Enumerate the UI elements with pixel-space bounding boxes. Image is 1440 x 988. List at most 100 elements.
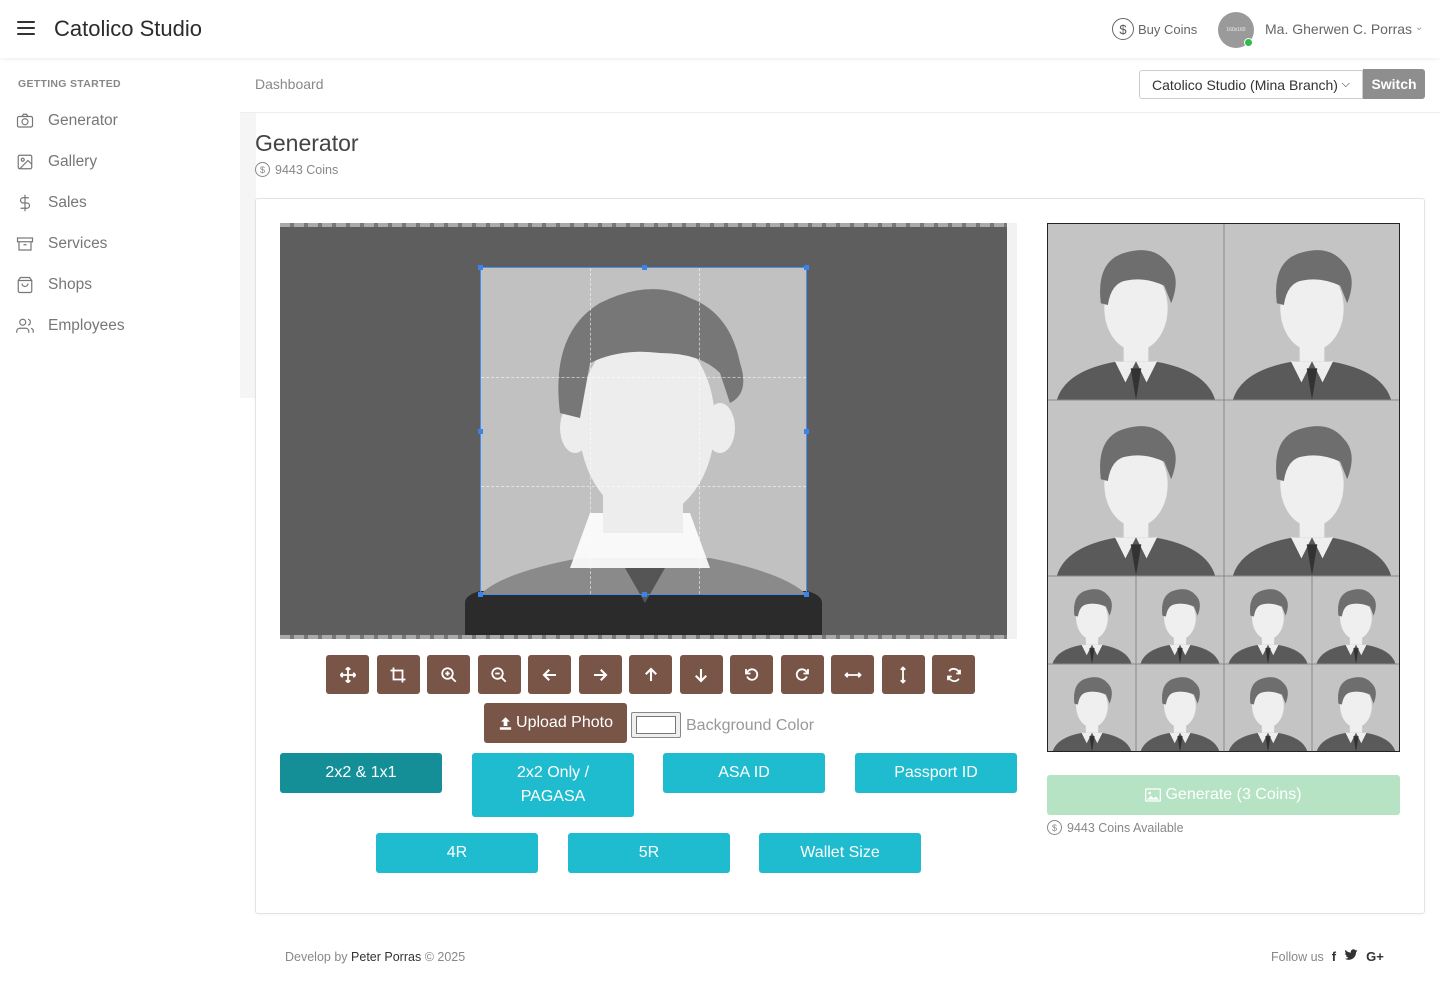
sidebar: GETTING STARTED Generator Gallery Sales …: [0, 58, 240, 398]
upload-photo-button[interactable]: Upload Photo: [484, 703, 627, 743]
hamburger-menu-icon[interactable]: [17, 21, 35, 35]
crop-handle-nw[interactable]: [478, 265, 483, 270]
move-left-button[interactable]: [528, 655, 571, 694]
move-right-button[interactable]: [578, 655, 622, 694]
crop-handle-e[interactable]: [804, 429, 809, 434]
size-asa-id-button[interactable]: ASA ID: [663, 753, 825, 793]
crop-toolbar: [326, 655, 983, 694]
zoom-out-button[interactable]: [477, 655, 521, 694]
crop-handle-sw[interactable]: [478, 592, 483, 597]
generate-button[interactable]: Generate (3 Coins): [1047, 775, 1400, 815]
crop-icon: [390, 667, 406, 682]
crop-handle-s[interactable]: [642, 592, 647, 597]
size-5r-button[interactable]: 5R: [568, 833, 730, 873]
upload-photo-label: Upload Photo: [516, 714, 613, 731]
arrow-right-icon: [594, 668, 608, 681]
shopping-bag-icon: [17, 276, 33, 294]
google-plus-icon[interactable]: G+: [1366, 949, 1384, 964]
chevron-down-icon[interactable]: ⌄: [1415, 22, 1423, 33]
sidebar-item-label: Services: [48, 235, 108, 252]
rotate-left-icon: [744, 667, 758, 681]
camera-icon: [16, 113, 34, 128]
users-icon: [16, 318, 34, 333]
image-cropper[interactable]: [280, 223, 1017, 639]
dollar-coin-icon: $: [255, 162, 270, 177]
cropper-canvas[interactable]: [280, 223, 1007, 639]
brand-title[interactable]: Catolico Studio: [54, 16, 202, 42]
zoom-in-button[interactable]: [427, 655, 470, 694]
flip-horizontal-button[interactable]: [831, 655, 874, 694]
zoom-in-icon: [440, 666, 456, 682]
crop-handle-n[interactable]: [642, 265, 647, 270]
preview-grid: [1048, 224, 1399, 751]
breadcrumb[interactable]: Dashboard: [255, 76, 324, 92]
rotate-right-button[interactable]: [780, 655, 824, 694]
arrow-left-icon: [542, 668, 556, 681]
user-name[interactable]: Ma. Gherwen C. Porras: [1265, 21, 1412, 37]
copyright: © 2025: [424, 950, 466, 964]
coin-balance: $ 9443 Coins: [255, 162, 338, 177]
size-2x2-1x1-button[interactable]: 2x2 & 1x1: [280, 753, 442, 793]
rotate-right-icon: [795, 667, 809, 681]
reset-icon: [946, 667, 961, 682]
top-navbar: Catolico Studio $ Buy Coins 160x160 Ma. …: [0, 0, 1440, 58]
size-2x2-pagasa-button[interactable]: 2x2 Only / PAGASA: [472, 753, 634, 817]
generate-label: Generate (3 Coins): [1165, 786, 1302, 803]
sidebar-item-label: Employees: [48, 317, 125, 334]
sidebar-item-employees[interactable]: Employees: [16, 314, 125, 338]
online-status-dot: [1244, 38, 1253, 47]
print-layout-preview: [1047, 223, 1400, 752]
dollar-icon: [19, 194, 31, 212]
sidebar-item-sales[interactable]: Sales: [16, 191, 87, 215]
crop-button[interactable]: [376, 655, 420, 694]
move-up-button[interactable]: [629, 655, 672, 694]
facebook-icon[interactable]: f: [1332, 949, 1336, 964]
footer-credits: Develop by Peter Porras © 2025: [285, 950, 465, 964]
color-swatch: [636, 716, 676, 734]
size-4r-button[interactable]: 4R: [376, 833, 538, 873]
sidebar-item-shops[interactable]: Shops: [16, 273, 92, 297]
flip-vertical-button[interactable]: [881, 655, 925, 694]
develop-by-label: Develop by: [285, 950, 348, 964]
crop-guide: [590, 268, 591, 594]
avatar-placeholder-text: 160x160: [1226, 27, 1246, 33]
rotate-left-button[interactable]: [730, 655, 773, 694]
branch-select-value: Catolico Studio (Mina Branch): [1152, 76, 1338, 93]
move-icon: [339, 666, 356, 683]
move-down-button[interactable]: [679, 655, 723, 694]
size-passport-id-button[interactable]: Passport ID: [855, 753, 1017, 793]
cropper-edge: [280, 635, 1007, 639]
crop-handle-w[interactable]: [478, 429, 483, 434]
upload-icon: [499, 716, 512, 730]
crop-handle-ne[interactable]: [804, 265, 809, 270]
crop-guide: [699, 268, 700, 594]
image-icon: [17, 154, 33, 170]
branch-select[interactable]: Catolico Studio (Mina Branch) ⌵: [1139, 70, 1363, 99]
avatar[interactable]: 160x160: [1218, 12, 1254, 48]
arrow-up-icon: [644, 667, 657, 681]
sidebar-item-services[interactable]: Services: [16, 232, 107, 256]
twitter-icon[interactable]: [1344, 949, 1358, 964]
switch-button[interactable]: Switch: [1363, 69, 1425, 99]
sidebar-item-label: Gallery: [48, 153, 98, 170]
move-button[interactable]: [326, 655, 369, 694]
sidebar-item-generator[interactable]: Generator: [16, 109, 118, 133]
flip-horizontal-icon: [843, 671, 862, 678]
sidebar-item-label: Generator: [48, 112, 118, 129]
crop-handle-se[interactable]: [804, 592, 809, 597]
background-color-picker[interactable]: [631, 712, 681, 738]
sidebar-item-gallery[interactable]: Gallery: [16, 150, 97, 174]
image-icon: [1145, 788, 1162, 802]
sidebar-item-label: Sales: [48, 194, 87, 211]
reset-button[interactable]: [932, 655, 975, 694]
dollar-coin-icon: $: [1112, 18, 1134, 40]
flip-vertical-icon: [900, 665, 906, 684]
background-color-label: Background Color: [686, 717, 815, 734]
chevron-down-icon: ⌵: [1341, 78, 1350, 90]
size-wallet-button[interactable]: Wallet Size: [759, 833, 921, 873]
buy-coins-link[interactable]: $ Buy Coins: [1112, 18, 1197, 40]
page-title: Generator: [255, 130, 359, 156]
crop-box[interactable]: [478, 265, 809, 597]
author-link[interactable]: Peter Porras: [351, 950, 421, 964]
footer-social: Follow us f G+: [1271, 949, 1384, 964]
